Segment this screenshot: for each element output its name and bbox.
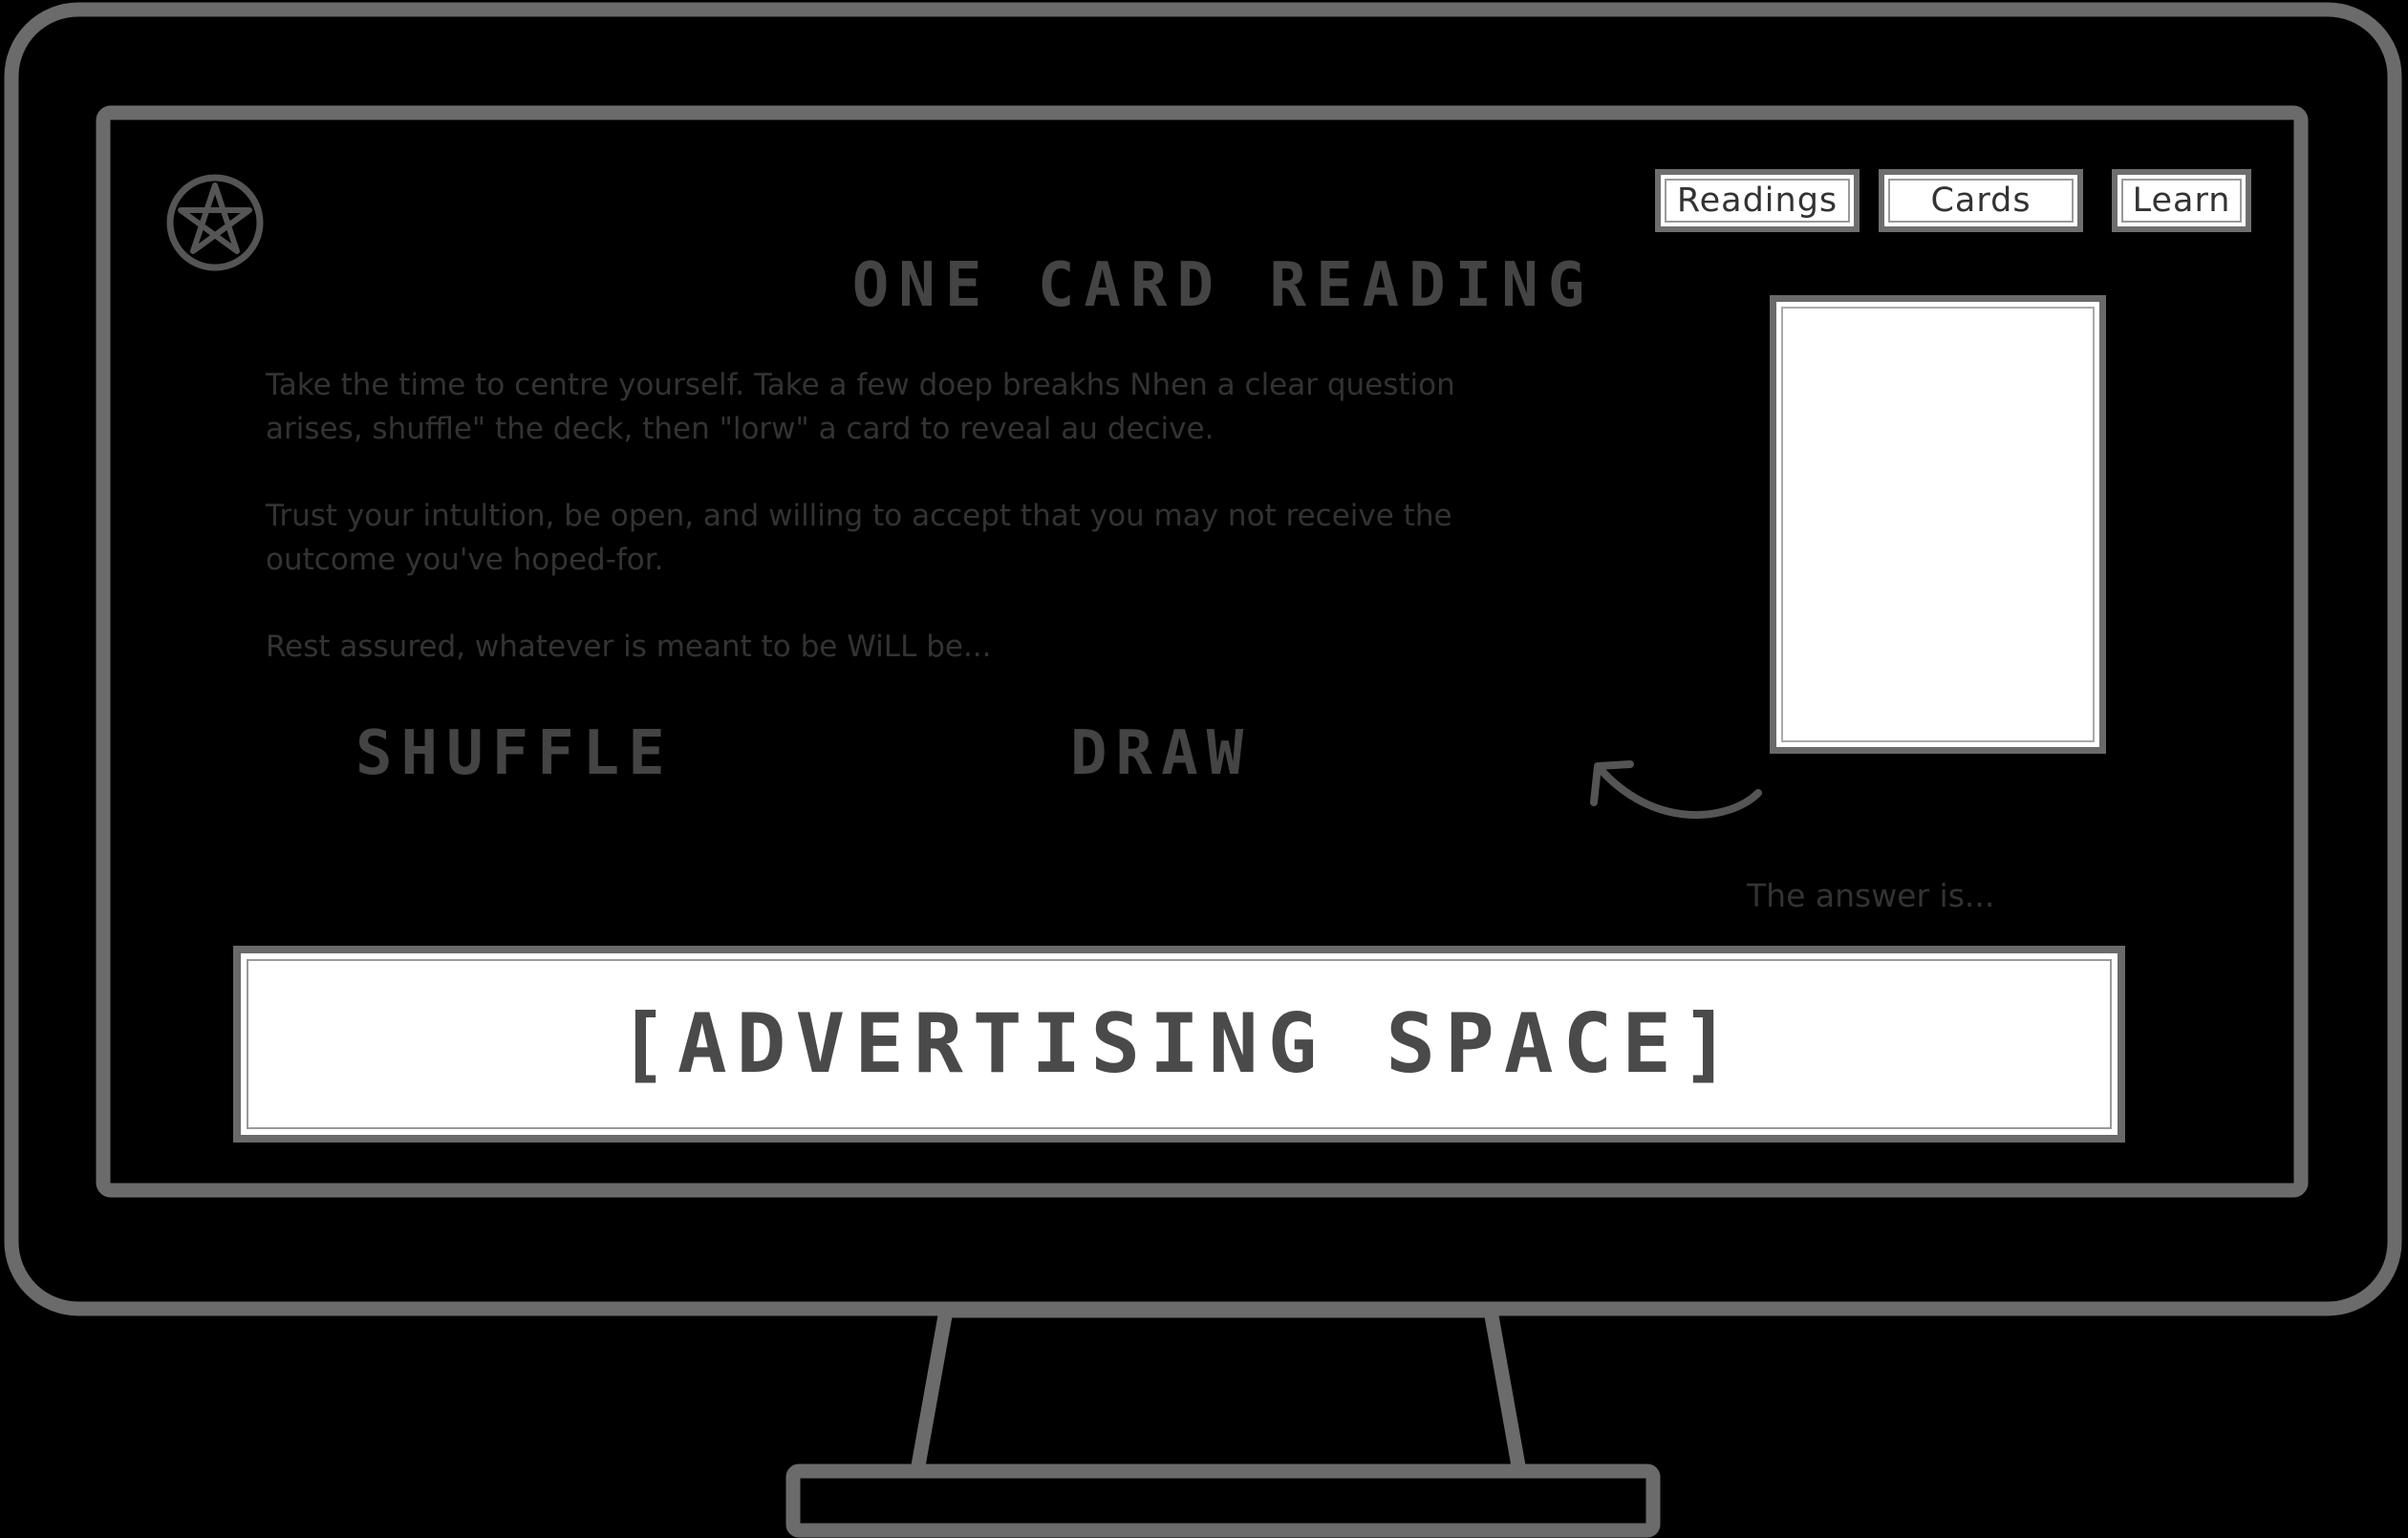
intro-paragraph-line-2: arises, shuffle" the deck, then "lorw" a… xyxy=(266,412,1215,446)
trust-paragraph-line-2: outcome you've hoped-for. xyxy=(266,543,664,577)
card-display-slot xyxy=(1770,295,2106,754)
pentacle-icon[interactable] xyxy=(164,172,266,273)
nav-cards-button[interactable]: Cards xyxy=(1879,169,2083,232)
answer-label: The answer is... xyxy=(1747,877,1995,914)
advertising-banner[interactable]: [ADVERTISING SPACE] xyxy=(233,946,2125,1143)
draw-button[interactable]: DRAW xyxy=(1070,718,1252,789)
intro-paragraph-line-1: Take the time to centre yourself. Take a… xyxy=(266,368,1455,402)
assurance-paragraph: Rest assured, whatever is meant to be Wi… xyxy=(266,630,992,664)
nav-learn-button[interactable]: Learn xyxy=(2112,169,2251,232)
curved-arrow-icon xyxy=(1590,760,1762,820)
nav-readings-button[interactable]: Readings xyxy=(1655,169,1860,232)
page-title: ONE CARD READING xyxy=(851,250,1595,321)
advertising-label: [ADVERTISING SPACE] xyxy=(618,996,1740,1092)
trust-paragraph-line-1: Trust your intultion, be open, and willi… xyxy=(266,499,1452,533)
shuffle-button[interactable]: SHUFFLE xyxy=(355,718,674,789)
